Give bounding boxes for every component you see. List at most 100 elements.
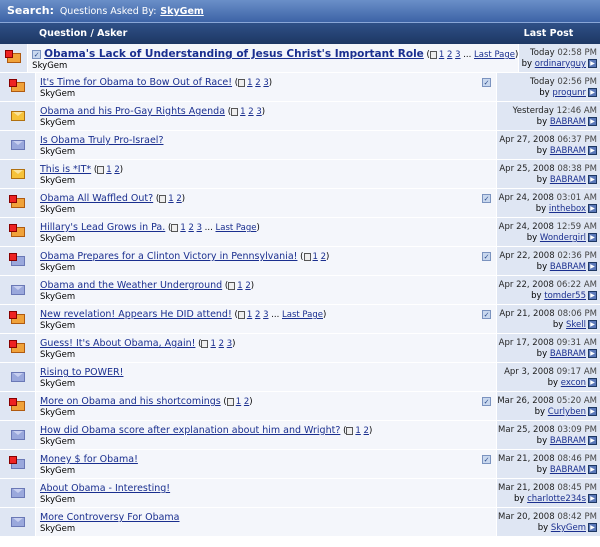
page-link[interactable]: 2 [364,426,369,436]
page-link[interactable]: 2 [219,339,224,349]
go-to-last-post-icon[interactable]: ▶ [588,175,597,184]
go-to-last-post-icon[interactable]: ▶ [588,378,597,387]
page-link[interactable]: 2 [114,165,119,175]
page-link[interactable]: 2 [447,50,452,60]
page-link[interactable]: 1 [106,165,111,175]
question-link[interactable]: Guess! It's About Obama, Again! [40,338,195,349]
page-link[interactable]: 1 [247,78,252,88]
question-link[interactable]: More on Obama and his shortcomings [40,396,221,407]
page-link[interactable]: 3 [227,339,232,349]
page-link[interactable]: 1 [247,310,252,320]
question-link[interactable]: Hillary's Lead Grows in Pa. [40,222,165,233]
status-icon-cell [0,479,36,507]
last-post-date: Today [530,77,555,87]
page-link[interactable]: 2 [188,223,193,233]
page-link[interactable]: 1 [168,194,173,204]
go-to-last-post-icon[interactable]: ▶ [588,59,597,68]
go-to-last-post-icon[interactable]: ▶ [588,494,597,503]
question-link[interactable]: Obama's Lack of Understanding of Jesus C… [44,48,424,60]
page-link[interactable]: 1 [210,339,215,349]
last-poster-link[interactable]: BABRAM [550,436,586,446]
go-to-last-post-icon[interactable]: ▶ [588,262,597,271]
last-poster-link[interactable]: BABRAM [550,146,586,156]
last-page-link[interactable]: Last Page [282,310,323,320]
go-to-last-post-icon[interactable]: ▶ [588,204,597,213]
question-link[interactable]: How did Obama score after explanation ab… [40,425,340,436]
user-link[interactable]: SkyGem [160,6,204,17]
page-link[interactable]: 2 [244,397,249,407]
page-link[interactable]: 1 [313,252,318,262]
go-to-last-post-icon[interactable]: ▶ [588,465,597,474]
last-post-date: Mar 21, 2008 [498,483,555,493]
go-to-last-post-icon[interactable]: ▶ [588,407,597,416]
last-poster-link[interactable]: tomder55 [544,291,586,301]
question-link[interactable]: Obama Prepares for a Clinton Victory in … [40,251,297,262]
page-link[interactable]: 1 [439,50,444,60]
question-link[interactable]: Obama and the Weather Underground [40,280,222,291]
page-link[interactable]: 2 [176,194,181,204]
answered-check-icon: ✓ [482,310,491,319]
last-post-author: by tomder55 ▶ [497,291,597,302]
go-to-last-post-icon[interactable]: ▶ [588,436,597,445]
last-poster-link[interactable]: BABRAM [550,117,586,127]
last-poster-link[interactable]: inthebox [549,204,586,214]
last-poster-link[interactable]: BABRAM [550,349,586,359]
page-link[interactable]: 1 [236,397,241,407]
question-link[interactable]: Rising to POWER! [40,367,123,378]
page-link[interactable]: 1 [180,223,185,233]
page-link[interactable]: 2 [255,310,260,320]
go-to-last-post-icon[interactable]: ▶ [588,88,597,97]
asker-name: SkyGem [40,263,76,273]
page-link[interactable]: 1 [240,107,245,117]
question-link[interactable]: This is *IT* [40,164,91,175]
last-poster-link[interactable]: BABRAM [550,465,586,475]
question-link[interactable]: New revelation! Appears He DID attend! [40,309,232,320]
question-link[interactable]: Money $ for Obama! [40,454,138,465]
page-link[interactable]: 3 [263,78,268,88]
question-link[interactable]: Obama and his Pro-Gay Rights Agenda [40,106,225,117]
last-post-date: Mar 25, 2008 [498,425,555,435]
last-post-date: Mar 21, 2008 [498,454,555,464]
last-page-link[interactable]: Last Page [216,223,257,233]
question-link[interactable]: About Obama - Interesting! [40,483,170,494]
page-link[interactable]: 1 [355,426,360,436]
last-poster-link[interactable]: BABRAM [550,175,586,185]
question-link[interactable]: It's Time for Obama to Bow Out of Race! [40,77,232,88]
page-link[interactable]: 3 [263,310,268,320]
last-page-link[interactable]: Last Page [474,50,515,60]
last-poster-link[interactable]: ordinaryguy [535,59,586,69]
page-link[interactable]: 2 [245,281,250,291]
page-link[interactable]: 2 [321,252,326,262]
go-to-last-post-icon[interactable]: ▶ [588,233,597,242]
go-to-last-post-icon[interactable]: ▶ [588,117,597,126]
last-poster-link[interactable]: charlotte234s [527,494,586,504]
page-link[interactable]: 3 [455,50,460,60]
page-link[interactable]: 3 [256,107,261,117]
last-poster-link[interactable]: BABRAM [550,262,586,272]
header-last-post: Last Post [523,28,574,39]
go-to-last-post-icon[interactable]: ▶ [588,291,597,300]
page-link[interactable]: 2 [255,78,260,88]
table-row: Is Obama Truly Pro-Israel? SkyGem Apr 27, … [0,131,600,160]
last-poster-link[interactable]: SkyGem [551,523,586,533]
go-to-last-post-icon[interactable]: ▶ [588,523,597,532]
page-link[interactable]: 1 [237,281,242,291]
page-link[interactable]: 3 [197,223,202,233]
last-poster-link[interactable]: Wondergirl [540,233,586,243]
envelope-icon [10,517,25,527]
last-poster-link[interactable]: progunr [552,88,586,98]
last-post-date: Yesterday [512,106,554,116]
hot-thread-icon [8,311,25,324]
go-to-last-post-icon[interactable]: ▶ [588,349,597,358]
question-link[interactable]: Obama All Waffled Out? [40,193,153,204]
page-link[interactable]: 2 [248,107,253,117]
question-link[interactable]: Is Obama Truly Pro-Israel? [40,135,164,146]
last-poster-link[interactable]: Curlyben [548,407,586,417]
go-to-last-post-icon[interactable]: ▶ [588,320,597,329]
last-poster-link[interactable]: excon [561,378,586,388]
question-link[interactable]: More Controversy For Obama [40,512,180,523]
question-cell: Guess! It's About Obama, Again! (1 2 3) S… [36,334,497,362]
hot-thread-icon [8,398,25,411]
last-poster-link[interactable]: Skell [566,320,586,330]
go-to-last-post-icon[interactable]: ▶ [588,146,597,155]
